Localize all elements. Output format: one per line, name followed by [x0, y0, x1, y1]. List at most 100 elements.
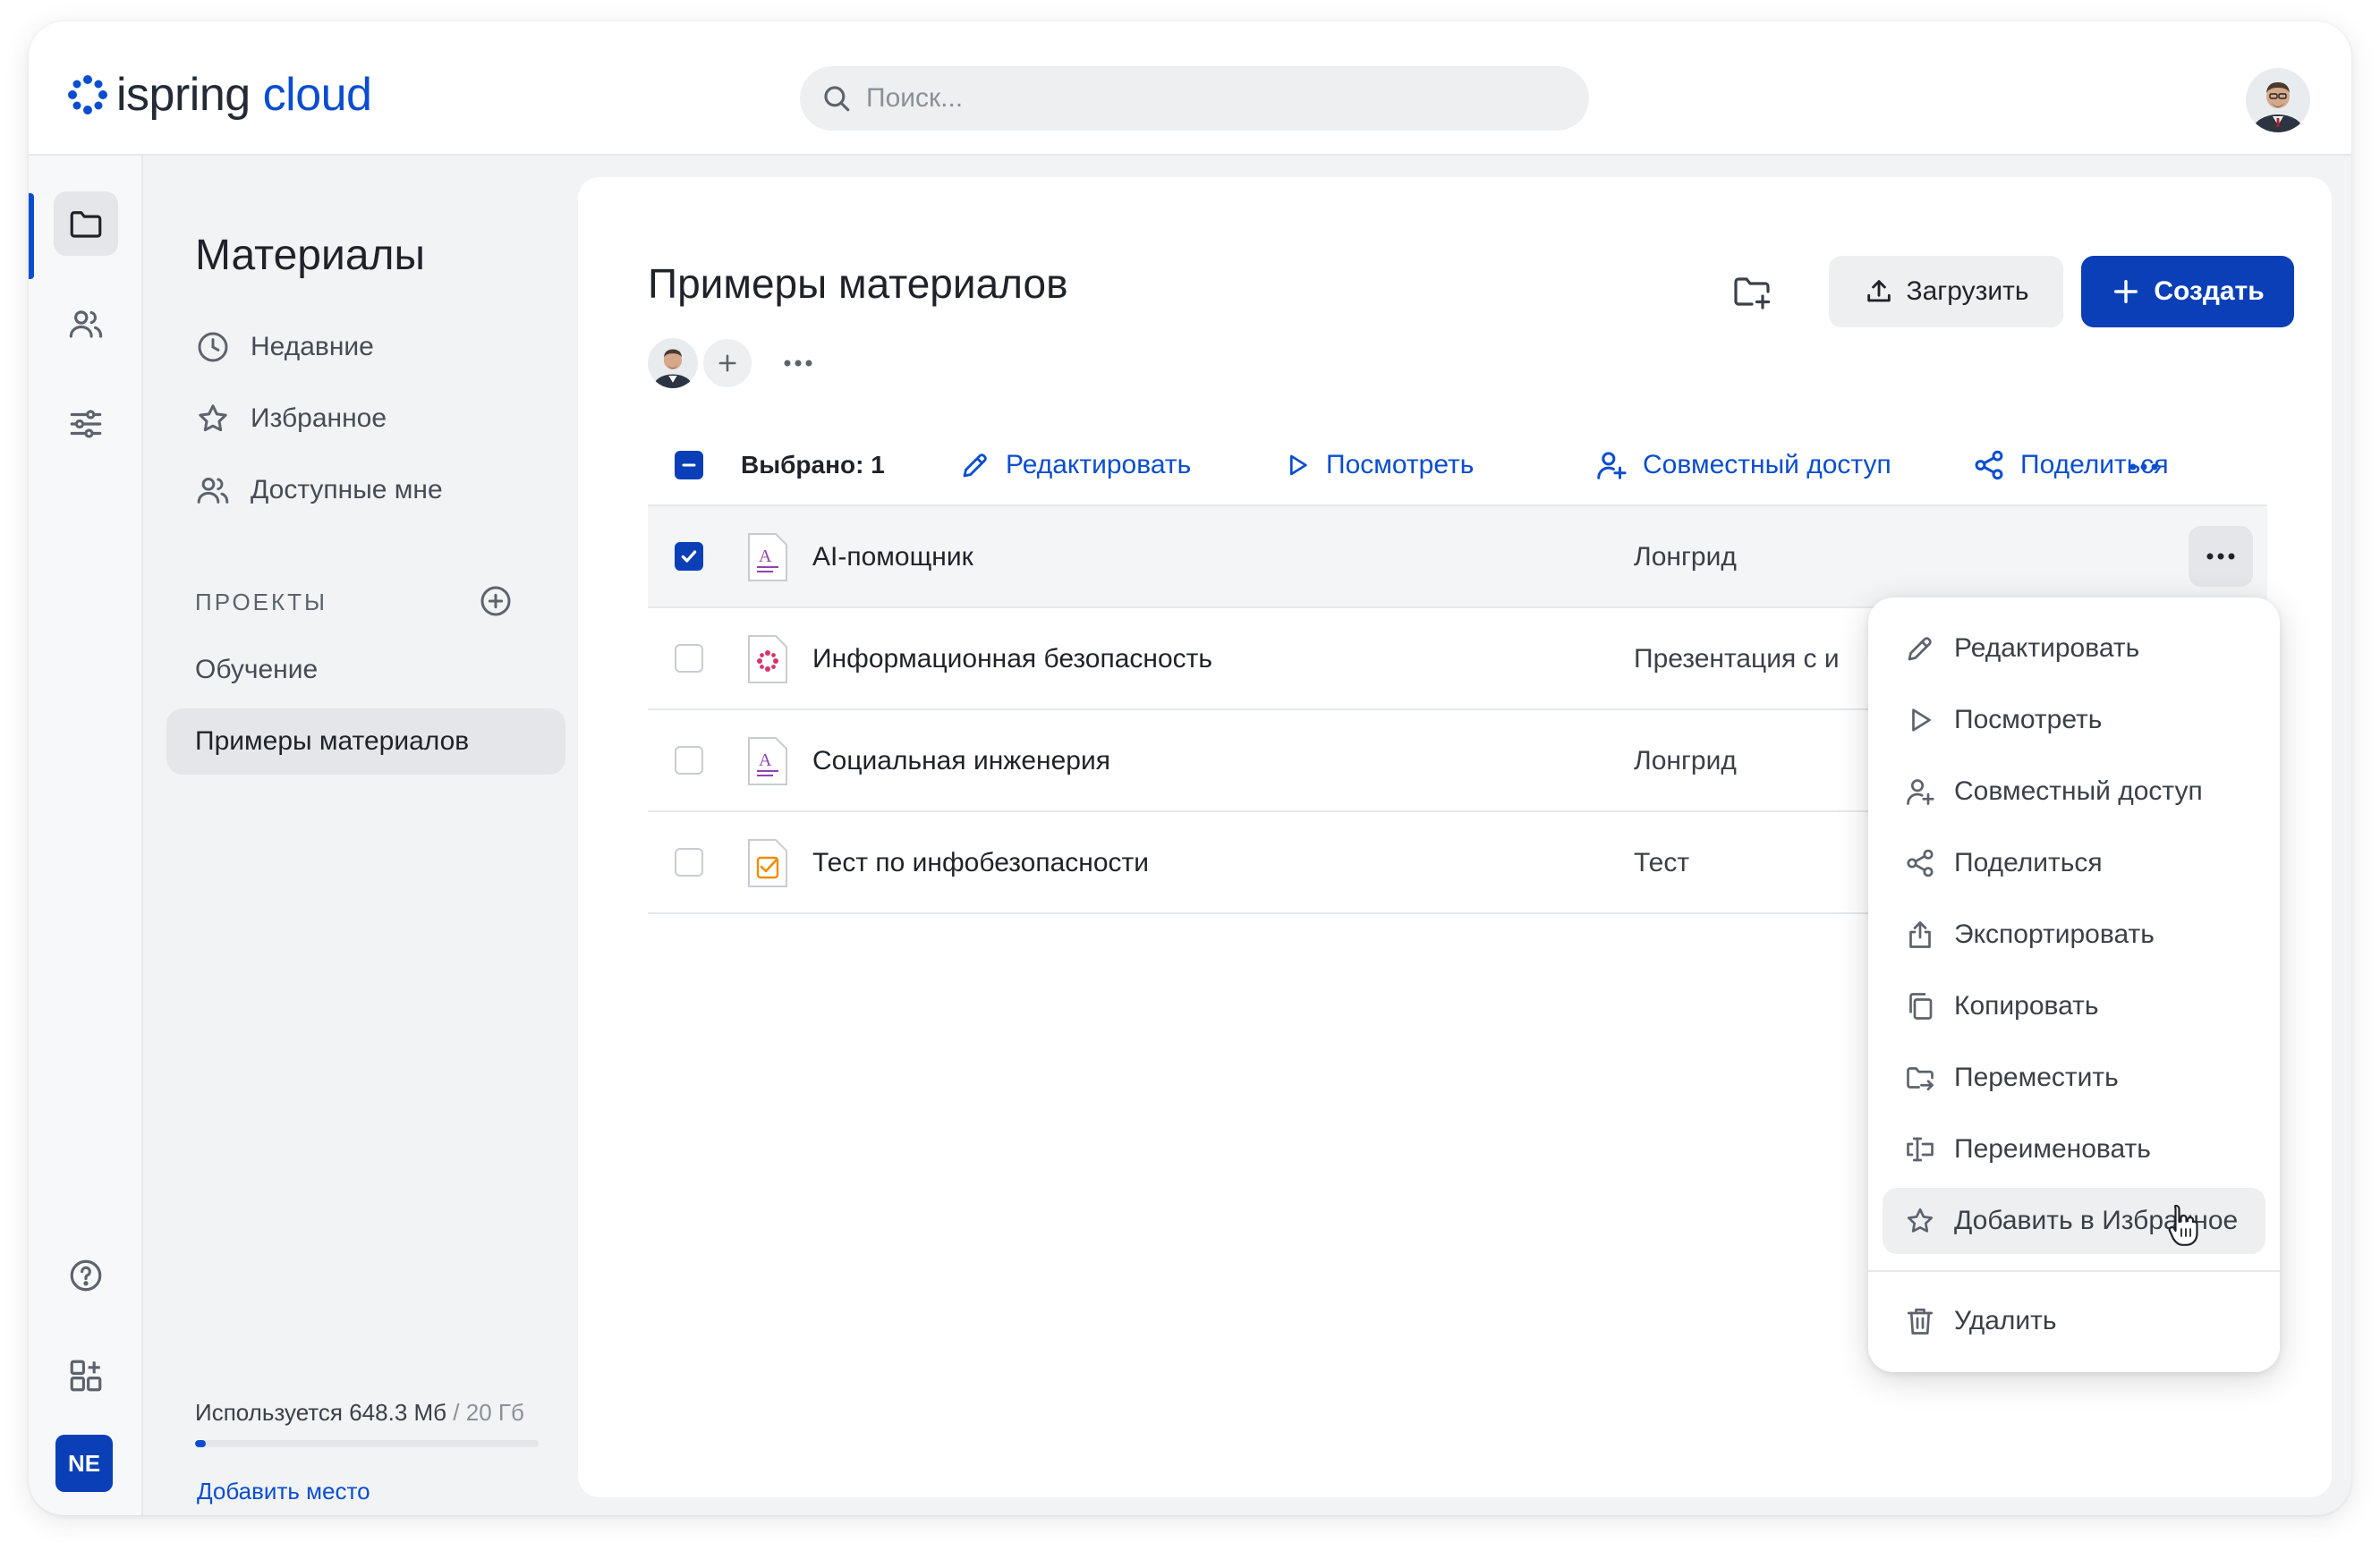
member-avatar[interactable]: [648, 338, 698, 388]
row-type: Презентация с и: [1634, 644, 1840, 674]
rail-help[interactable]: [54, 1243, 118, 1308]
create-button[interactable]: Создать: [2081, 256, 2294, 327]
sliders-icon: [70, 410, 102, 438]
menu-item-view[interactable]: Посмотреть: [1883, 687, 2265, 753]
avatar-image: [2246, 68, 2310, 132]
share-icon: [1975, 450, 2003, 480]
projects-heading: ПРОЕКТЫ: [195, 589, 328, 615]
hand-cursor-icon: [2168, 1204, 2198, 1246]
search-icon: [824, 86, 850, 112]
svg-text:A: A: [759, 750, 772, 770]
storage-bar: [195, 1440, 539, 1447]
more-horizontal-icon[interactable]: [782, 358, 814, 369]
rail-users[interactable]: [54, 292, 118, 356]
project-item-training[interactable]: Обучение: [166, 637, 565, 703]
pencil-icon: [1908, 637, 1932, 661]
storage-bar-fill: [195, 1440, 207, 1447]
rail-materials[interactable]: [54, 191, 118, 256]
logo-text: ispring cloud: [116, 69, 372, 121]
toolbar-edit-button[interactable]: Редактировать: [959, 445, 1191, 485]
nav-title: Материалы: [195, 232, 426, 279]
selection-toolbar: Выбрано: 1 Редактировать Посмотреть Совм…: [648, 435, 2267, 506]
add-project-icon[interactable]: [478, 583, 514, 619]
project-label: Обучение: [195, 655, 319, 684]
share-icon: [1907, 849, 1934, 877]
toolbar-view-button[interactable]: Посмотреть: [1283, 445, 1474, 485]
row-name: AI-помощник: [812, 542, 973, 572]
menu-item-rename[interactable]: Переименовать: [1883, 1116, 2265, 1182]
menu-item-move[interactable]: Переместить: [1883, 1045, 2265, 1111]
longread-icon: A: [748, 533, 787, 581]
add-member-button[interactable]: [703, 339, 752, 387]
clock-icon: [198, 332, 228, 362]
user-avatar[interactable]: [2246, 68, 2310, 132]
trash-icon: [1907, 1308, 1934, 1335]
nav-panel: Материалы Недавние Избранное Доступные м…: [145, 156, 580, 1515]
rail-settings[interactable]: [54, 392, 118, 456]
nav-item-label: Избранное: [251, 403, 387, 433]
row-checkbox[interactable]: [675, 542, 703, 571]
row-name: Информационная безопасность: [812, 644, 1213, 674]
row-more-button[interactable]: [2189, 526, 2253, 587]
check-icon: [681, 550, 697, 563]
export-icon: [1909, 921, 1931, 948]
nav-item-favorites[interactable]: Избранное: [195, 401, 387, 436]
rail-active-indicator: [29, 193, 34, 279]
menu-item-export[interactable]: Экспортировать: [1883, 902, 2265, 968]
row-type: Тест: [1634, 848, 1690, 877]
presentation-icon: [748, 635, 787, 683]
menu-item-share[interactable]: Поделиться: [1883, 830, 2265, 896]
minus-icon: [682, 463, 696, 467]
play-icon: [1912, 708, 1931, 732]
storage-usage: Используется 648.3 Мб / 20 Гб: [195, 1399, 524, 1426]
menu-item-delete[interactable]: Удалить: [1883, 1288, 2265, 1354]
rail-apps[interactable]: [54, 1343, 118, 1408]
folder-members: [648, 338, 814, 388]
project-item-examples[interactable]: Примеры материалов: [166, 708, 565, 775]
search-input[interactable]: [866, 83, 1546, 114]
folder-icon: [70, 211, 102, 238]
plus-icon: [2114, 279, 2138, 304]
toolbar-access-button[interactable]: Совместный доступ: [1594, 445, 1891, 485]
nav-item-label: Недавние: [251, 332, 374, 361]
user-add-icon: [1597, 452, 1627, 479]
move-icon: [1907, 1067, 1934, 1091]
select-all-checkbox[interactable]: [675, 451, 703, 479]
context-menu: Редактировать Посмотреть Совместный дост…: [1868, 598, 2280, 1372]
top-header: ispring cloud: [29, 21, 2351, 156]
user-initials-badge[interactable]: NE: [55, 1435, 113, 1492]
table-row[interactable]: A AI-помощник Лонгрид: [648, 506, 2267, 608]
toolbar-more-icon[interactable]: [2128, 451, 2160, 483]
plus-icon: [718, 354, 736, 372]
nav-item-recent[interactable]: Недавние: [195, 329, 374, 365]
row-checkbox[interactable]: [675, 848, 703, 877]
row-name: Тест по инфобезопасности: [812, 848, 1150, 877]
user-add-icon: [1907, 779, 1934, 805]
menu-item-edit[interactable]: Редактировать: [1883, 615, 2265, 682]
logo[interactable]: ispring cloud: [66, 69, 372, 121]
new-folder-icon[interactable]: [1730, 270, 1773, 313]
menu-item-access[interactable]: Совместный доступ: [1883, 759, 2265, 825]
apps-add-icon: [70, 1360, 102, 1392]
rename-icon: [1907, 1137, 1934, 1162]
add-space-link[interactable]: Добавить место: [197, 1478, 370, 1505]
upload-icon: [1866, 280, 1891, 302]
row-checkbox[interactable]: [675, 644, 703, 673]
row-type: Лонгрид: [1634, 542, 1737, 572]
project-label: Примеры материалов: [195, 726, 470, 756]
upload-button[interactable]: Загрузить: [1829, 256, 2063, 327]
star-icon: [1907, 1208, 1934, 1233]
nav-item-label: Доступные мне: [251, 475, 443, 504]
star-icon: [199, 404, 227, 432]
page-title: Примеры материалов: [648, 260, 1068, 307]
longread-icon: A: [748, 737, 787, 785]
app-window: ispring cloud Поиск... NE Материалы Неда…: [29, 21, 2351, 1515]
users-icon: [197, 478, 229, 504]
help-icon: [70, 1259, 102, 1292]
row-name: Социальная инженерия: [812, 746, 1110, 776]
menu-item-copy[interactable]: Копировать: [1883, 973, 2265, 1039]
row-checkbox[interactable]: [675, 746, 703, 775]
nav-item-shared[interactable]: Доступные мне: [195, 472, 443, 508]
search-box[interactable]: [800, 66, 1589, 131]
menu-item-add-favorites[interactable]: Добавить в Избранное: [1883, 1188, 2265, 1254]
